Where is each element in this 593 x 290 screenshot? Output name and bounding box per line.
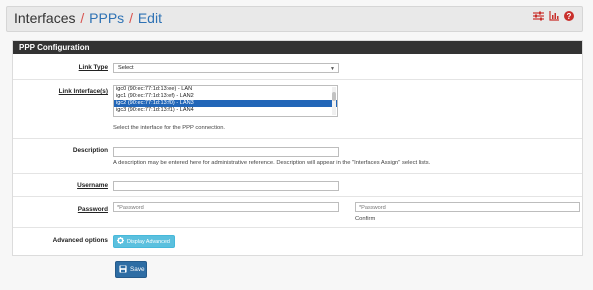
link-type-row: Link Type Select ▼ bbox=[13, 55, 582, 78]
display-advanced-label: Display Advanced bbox=[127, 238, 170, 245]
panel-title: PPP Configuration bbox=[13, 41, 582, 54]
username-input[interactable] bbox=[113, 181, 339, 191]
sliders-icon[interactable] bbox=[533, 11, 544, 21]
breadcrumb-edit[interactable]: Edit bbox=[138, 10, 162, 26]
link-interfaces-label: Link Interface(s) bbox=[58, 88, 108, 95]
link-interfaces-help: Select the interface for the PPP connect… bbox=[113, 125, 226, 131]
link-interfaces-row: Link Interface(s) igc0 (90:ec:77:1d:13:e… bbox=[13, 79, 582, 138]
description-label: Description bbox=[72, 147, 108, 154]
breadcrumb-separator: / bbox=[80, 10, 85, 26]
save-label: Save bbox=[130, 266, 145, 273]
description-row: Description A description may be entered… bbox=[13, 138, 582, 173]
password-input[interactable]: *Password bbox=[113, 202, 339, 212]
advanced-options-label: Advanced options bbox=[52, 237, 108, 244]
username-label: Username bbox=[77, 182, 108, 189]
description-input[interactable] bbox=[113, 147, 339, 157]
listbox-option[interactable]: igc1 (90:ec:77:1d:13:ef) - LAN2 bbox=[114, 93, 337, 100]
listbox-option-selected[interactable]: igc2 (90:ec:77:1d:13:f0) - LAN3 bbox=[114, 100, 337, 107]
password-confirm-label: Confirm bbox=[355, 216, 376, 222]
page-header: Interfaces / PPPs / Edit ? bbox=[6, 6, 583, 32]
username-row: Username bbox=[13, 173, 582, 196]
listbox-scrollbar[interactable] bbox=[332, 87, 336, 115]
breadcrumb: Interfaces / PPPs / Edit bbox=[14, 10, 162, 26]
password-label: Password bbox=[77, 206, 108, 213]
svg-text:?: ? bbox=[567, 12, 572, 21]
chevron-down-icon: ▼ bbox=[330, 66, 335, 72]
gear-icon bbox=[117, 237, 124, 246]
description-help: A description may be entered here for ad… bbox=[113, 160, 431, 166]
password-confirm-input[interactable]: *Password bbox=[355, 202, 580, 212]
link-type-value: Select bbox=[118, 65, 134, 71]
breadcrumb-interfaces[interactable]: Interfaces bbox=[14, 10, 75, 26]
advanced-options-row: Advanced options Display Advanced bbox=[13, 227, 582, 256]
breadcrumb-separator: / bbox=[129, 10, 133, 26]
display-advanced-button[interactable]: Display Advanced bbox=[113, 235, 175, 248]
password-row: Password *Password *Password Confirm bbox=[13, 196, 582, 227]
help-icon[interactable]: ? bbox=[564, 11, 574, 21]
save-icon bbox=[119, 264, 127, 275]
ppp-configuration-panel: PPP Configuration Link Type Select ▼ Lin… bbox=[12, 40, 583, 256]
scrollbar-thumb[interactable] bbox=[332, 92, 336, 101]
save-button[interactable]: Save bbox=[115, 261, 147, 278]
listbox-option[interactable]: igc0 (90:ec:77:1d:13:ee) - LAN bbox=[114, 86, 337, 93]
link-interfaces-listbox[interactable]: igc0 (90:ec:77:1d:13:ee) - LAN igc1 (90:… bbox=[113, 85, 338, 117]
link-type-select[interactable]: Select ▼ bbox=[113, 63, 339, 73]
chart-icon[interactable] bbox=[549, 11, 559, 21]
link-type-label: Link Type bbox=[78, 64, 108, 71]
breadcrumb-ppps[interactable]: PPPs bbox=[89, 10, 124, 26]
listbox-option[interactable]: igc3 (90:ec:77:1d:13:f1) - LAN4 bbox=[114, 107, 337, 114]
